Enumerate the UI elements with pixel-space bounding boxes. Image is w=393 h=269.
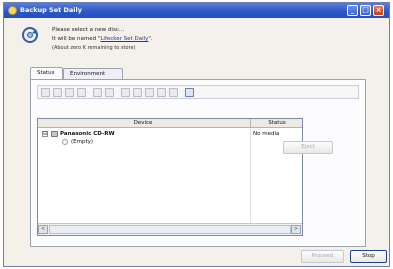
tool-icon-1[interactable] xyxy=(41,88,50,97)
scroll-left-icon[interactable]: < xyxy=(38,225,48,234)
tool-icon-6[interactable] xyxy=(105,88,114,97)
tool-icon-3[interactable] xyxy=(65,88,74,97)
cd-drive-icon xyxy=(51,131,58,137)
message-line-1: Please select a new disc... xyxy=(52,27,125,33)
tool-icon-11[interactable] xyxy=(169,88,178,97)
tool-icon-10[interactable] xyxy=(157,88,166,97)
maximize-button[interactable]: □ xyxy=(360,5,371,16)
toolbar xyxy=(37,85,359,99)
tool-icon-4[interactable] xyxy=(77,88,86,97)
disc-icon xyxy=(62,139,68,145)
column-header-status[interactable]: Status xyxy=(254,120,300,126)
eject-button[interactable]: Eject xyxy=(283,141,333,154)
message-line-2: It will be named "Lifecker Set Daily". xyxy=(52,36,153,42)
backup-window: Backup Set Daily _ □ × Please select a n… xyxy=(3,2,390,267)
proceed-button[interactable]: Proceed xyxy=(301,250,344,263)
column-header-device[interactable]: Device xyxy=(38,120,248,126)
scroll-right-icon[interactable]: > xyxy=(291,225,301,234)
device-grid: Device Status ⊟ Panasonic CD-RW No media… xyxy=(37,118,303,236)
column-separator[interactable] xyxy=(250,119,251,128)
horizontal-scrollbar[interactable]: < > xyxy=(38,223,302,235)
app-icon xyxy=(8,6,17,15)
media-name: (Empty) xyxy=(71,139,94,145)
disc-refresh-icon xyxy=(22,27,38,43)
tool-icon-12[interactable] xyxy=(185,88,194,97)
message-line-2-suffix: ". xyxy=(148,36,153,42)
message-line-2-prefix: It will be named " xyxy=(52,36,101,42)
tool-icon-5[interactable] xyxy=(93,88,102,97)
scroll-thumb[interactable] xyxy=(49,225,291,234)
tool-icon-9[interactable] xyxy=(145,88,154,97)
minimize-button[interactable]: _ xyxy=(347,5,358,16)
backup-name-link[interactable]: Lifecker Set Daily xyxy=(100,36,148,42)
title-bar[interactable]: Backup Set Daily _ □ × xyxy=(4,3,389,18)
media-row[interactable]: (Empty) xyxy=(38,138,302,146)
device-status: No media xyxy=(253,131,280,137)
tool-icon-2[interactable] xyxy=(53,88,62,97)
collapse-toggle[interactable]: ⊟ xyxy=(42,131,48,137)
close-button[interactable]: × xyxy=(373,5,384,16)
stop-button[interactable]: Stop xyxy=(350,250,387,263)
device-row[interactable]: ⊟ Panasonic CD-RW No media xyxy=(38,130,302,138)
grid-header: Device Status xyxy=(38,119,302,128)
status-panel: Device Status ⊟ Panasonic CD-RW No media… xyxy=(30,79,366,247)
tool-icon-7[interactable] xyxy=(121,88,130,97)
device-name: Panasonic CD-RW xyxy=(60,131,115,137)
tool-icon-8[interactable] xyxy=(133,88,142,97)
window-title: Backup Set Daily xyxy=(20,6,82,14)
message-line-3: (About zero K remaining to store) xyxy=(52,45,136,51)
